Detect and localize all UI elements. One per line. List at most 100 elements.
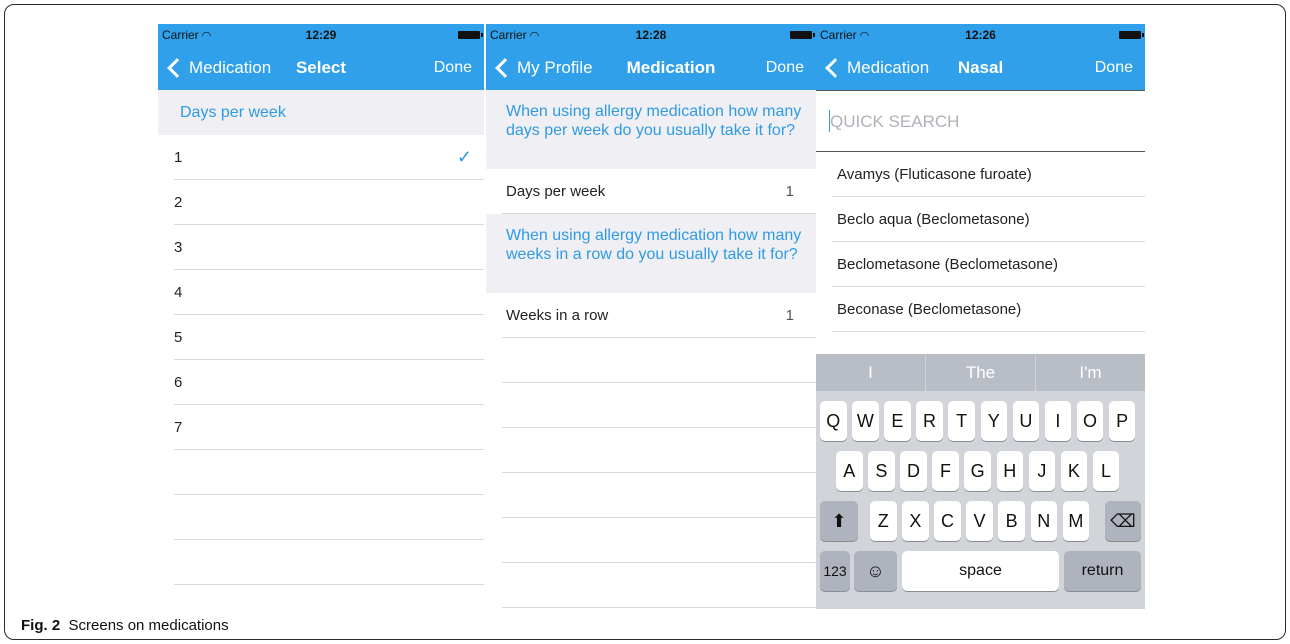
empty-row xyxy=(486,338,816,383)
medication-form: When using allergy medication how many d… xyxy=(486,90,816,609)
numbers-key[interactable]: 123 xyxy=(820,551,850,591)
section-header: Days per week xyxy=(158,90,484,135)
key-k[interactable]: K xyxy=(1060,451,1088,491)
figure-caption-text: Screens on medications xyxy=(68,617,229,634)
key-i[interactable]: I xyxy=(1044,401,1072,441)
option-label: 7 xyxy=(174,419,183,436)
option-row-2[interactable]: 2 xyxy=(158,180,484,225)
option-row-5[interactable]: 5 xyxy=(158,315,484,360)
empty-row xyxy=(158,495,484,540)
key-a[interactable]: A xyxy=(836,451,863,491)
days-per-week-label: Days per week xyxy=(506,183,606,200)
option-row-1[interactable]: 1 ✓ xyxy=(158,135,484,180)
shift-key[interactable]: ⬆ xyxy=(820,501,858,541)
key-d[interactable]: D xyxy=(900,451,927,491)
option-label: 2 xyxy=(174,194,183,211)
option-row-6[interactable]: 6 xyxy=(158,360,484,405)
battery-icon xyxy=(1119,31,1144,39)
key-n[interactable]: N xyxy=(1030,501,1057,541)
key-y[interactable]: Y xyxy=(980,401,1007,441)
key-e[interactable]: E xyxy=(884,401,911,441)
keyboard-row-2: ASDFGHJKL xyxy=(816,451,1145,491)
battery-icon xyxy=(790,31,815,39)
days-per-week-row[interactable]: Days per week 1 xyxy=(486,169,816,214)
status-time: 12:28 xyxy=(635,28,667,42)
option-label: 6 xyxy=(174,374,183,391)
suggestion-bar: I The I'm xyxy=(816,354,1145,391)
option-label: 5 xyxy=(174,329,183,346)
suggestion-item[interactable]: I'm xyxy=(1036,354,1145,391)
on-screen-keyboard: I The I'm QWERTYUIOP ASDFGHJKL ⬆ ⌫ ZXCVB… xyxy=(816,354,1145,609)
navigation-bar: My Profile Medication Done xyxy=(486,46,816,90)
weeks-in-a-row-row[interactable]: Weeks in a row 1 xyxy=(486,293,816,338)
status-bar: Carrier ◠ 12:29 xyxy=(158,24,484,46)
key-g[interactable]: G xyxy=(964,451,991,491)
options-list: Days per week 1 ✓ 2 3 4 5 6 7 xyxy=(158,90,484,609)
key-u[interactable]: U xyxy=(1012,401,1040,441)
key-t[interactable]: T xyxy=(948,401,975,441)
medication-item[interactable]: Beconase (Beclometasone) xyxy=(816,287,1145,332)
key-q[interactable]: Q xyxy=(820,401,847,441)
empty-row xyxy=(486,563,816,608)
key-j[interactable]: J xyxy=(1028,451,1056,491)
figure-caption-label: Fig. 2 xyxy=(21,617,61,634)
done-button[interactable]: Done xyxy=(766,59,804,77)
keyboard-row-4: 123 ☺ space return xyxy=(816,551,1145,591)
screen-nasal-search: Carrier◠ 12:26 Medication Nasal Done Ava… xyxy=(816,24,1145,609)
suggestion-item[interactable]: The xyxy=(926,354,1036,391)
key-v[interactable]: V xyxy=(966,501,993,541)
key-z[interactable]: Z xyxy=(870,501,897,541)
option-label: 1 xyxy=(174,149,183,166)
empty-row xyxy=(486,428,816,473)
key-x[interactable]: X xyxy=(902,501,929,541)
option-label: 3 xyxy=(174,239,183,256)
navigation-bar: Medication Select Done xyxy=(158,46,484,90)
status-bar: Carrier ◠ 12:26 xyxy=(816,24,1145,46)
empty-row xyxy=(486,473,816,518)
return-key[interactable]: return xyxy=(1064,551,1141,591)
days-per-week-value: 1 xyxy=(785,183,794,200)
key-m[interactable]: M xyxy=(1062,501,1090,541)
status-time: 12:26 xyxy=(965,28,996,42)
key-s[interactable]: S xyxy=(868,451,895,491)
empty-row xyxy=(158,540,484,585)
question-weeks: When using allergy medication how many w… xyxy=(486,214,816,293)
weeks-in-a-row-label: Weeks in a row xyxy=(506,307,609,324)
option-row-7[interactable]: 7 xyxy=(158,405,484,450)
medication-item[interactable]: Beclo aqua (Beclometasone) xyxy=(816,197,1145,242)
key-l[interactable]: L xyxy=(1092,451,1120,491)
key-b[interactable]: B xyxy=(998,501,1025,541)
key-w[interactable]: W xyxy=(852,401,879,441)
search-input[interactable] xyxy=(828,111,1122,133)
medication-item[interactable]: Beclometasone (Beclometasone) xyxy=(816,242,1145,287)
key-r[interactable]: R xyxy=(916,401,943,441)
medication-item[interactable]: Avamys (Fluticasone furoate) xyxy=(816,152,1145,197)
done-button[interactable]: Done xyxy=(434,59,472,77)
battery-icon xyxy=(458,31,483,39)
navigation-bar: Medication Nasal Done xyxy=(816,46,1145,90)
shift-arrow-icon: ⬆ xyxy=(831,511,847,531)
backspace-icon: ⌫ xyxy=(1110,511,1136,531)
status-time: 12:29 xyxy=(305,28,337,42)
option-row-4[interactable]: 4 xyxy=(158,270,484,315)
checkmark-icon: ✓ xyxy=(456,147,472,167)
question-days: When using allergy medication how many d… xyxy=(486,90,816,169)
screen-select-days: Carrier ◠ 12:29 Medication Select Done Da… xyxy=(158,24,484,609)
key-h[interactable]: H xyxy=(996,451,1023,491)
emoji-icon: ☺ xyxy=(866,561,885,581)
delete-key[interactable]: ⌫ xyxy=(1105,501,1141,541)
empty-row xyxy=(158,450,484,495)
suggestion-item[interactable]: I xyxy=(816,354,926,391)
option-label: 4 xyxy=(174,284,183,301)
option-row-3[interactable]: 3 xyxy=(158,225,484,270)
key-o[interactable]: O xyxy=(1076,401,1104,441)
key-c[interactable]: C xyxy=(934,501,961,541)
space-key[interactable]: space xyxy=(902,551,1059,591)
search-bar xyxy=(816,90,1145,152)
key-p[interactable]: P xyxy=(1108,401,1136,441)
done-button[interactable]: Done xyxy=(1095,59,1133,77)
key-f[interactable]: F xyxy=(932,451,959,491)
weeks-in-a-row-value: 1 xyxy=(785,307,794,324)
emoji-key[interactable]: ☺ xyxy=(854,551,897,591)
figure-caption: Fig. 2 Screens on medications xyxy=(21,617,229,634)
